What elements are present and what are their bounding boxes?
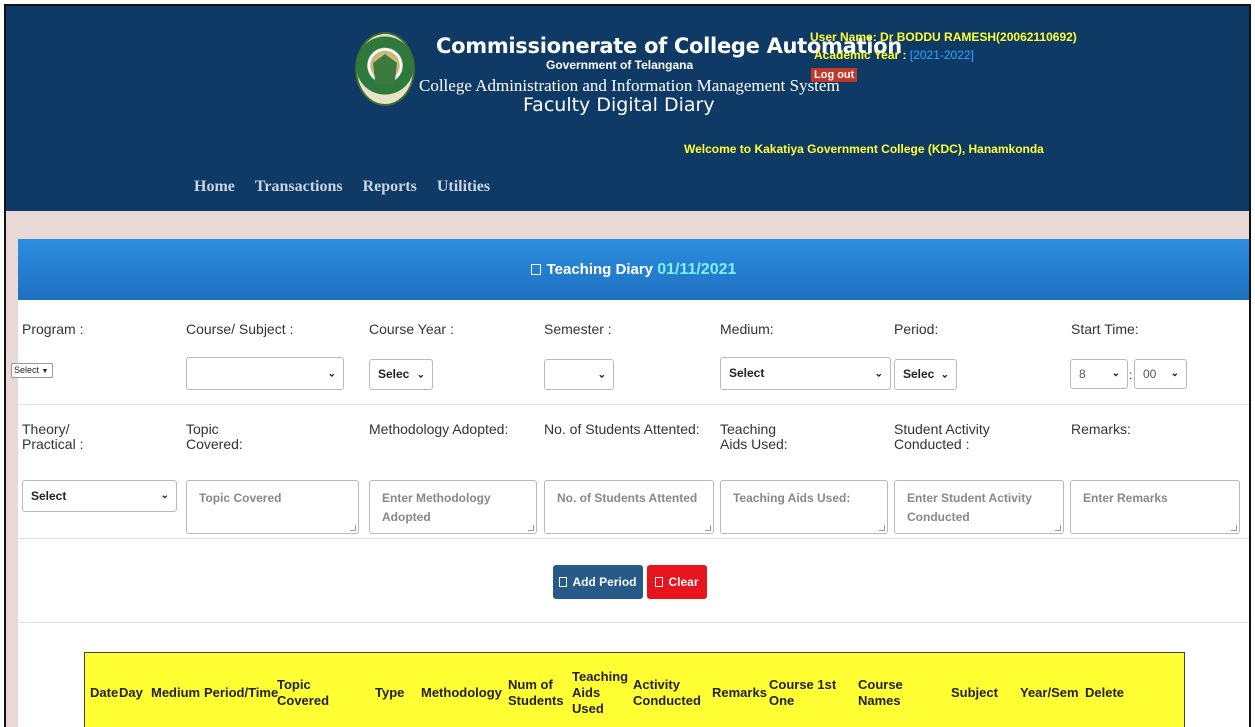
students-attended-label: No. of Students Attented: <box>544 421 700 437</box>
col-num-students: Num of Students <box>508 677 564 708</box>
methodology-label: Methodology Adopted: <box>369 421 509 437</box>
theory-practical-label: Theory/Practical : <box>22 421 84 452</box>
col-teaching-aids: Teaching Aids Used <box>572 669 629 716</box>
nav-utilities[interactable]: Utilities <box>437 178 490 196</box>
site-header: Commissionerate of College Automation Go… <box>6 6 1249 211</box>
chevron-down-icon: ⌄ <box>940 369 949 380</box>
nav-transactions[interactable]: Transactions <box>255 178 343 196</box>
teaching-aids-label: Teaching Aids Used: <box>720 421 788 452</box>
course-year-select[interactable]: Selec ⌄ <box>369 359 433 390</box>
user-label: User Name: <box>810 30 877 44</box>
col-course-first: Course 1st One <box>769 677 837 708</box>
col-activity-conducted: Activity Conducted <box>633 677 701 708</box>
chevron-down-icon: ⌄ <box>1111 368 1120 379</box>
diary-table-header: Date Day Medium Period/Time Topic Covered… <box>84 652 1185 727</box>
theory-practical-select[interactable]: Select ⌄ <box>22 480 177 512</box>
period-label: Period: <box>894 321 939 337</box>
col-methodology: Methodology <box>421 685 502 700</box>
col-type: Type <box>375 685 405 700</box>
course-year-label: Course Year : <box>369 321 454 337</box>
col-delete: Delete <box>1085 685 1125 700</box>
page-frame: Commissionerate of College Automation Go… <box>4 4 1251 727</box>
remarks-label: Remarks: <box>1071 421 1131 437</box>
chevron-down-icon: ⌄ <box>874 368 883 379</box>
government-name: Government of Telangana <box>546 58 694 72</box>
medium-label: Medium: <box>720 321 774 337</box>
panel-header: Teaching Diary 01/11/2021 <box>18 239 1249 300</box>
chevron-down-icon: ⌄ <box>327 368 336 379</box>
col-period-time: Period/Time <box>204 685 279 700</box>
module-title: Faculty Digital Diary <box>523 94 715 116</box>
nav-home[interactable]: Home <box>194 178 235 196</box>
user-name: Dr BODDU RAMESH(20062110692) <box>880 30 1077 44</box>
col-year-sem: Year/Sem <box>1020 685 1079 700</box>
telangana-emblem-icon <box>355 32 415 106</box>
student-activity-label: Student Activity Conducted : <box>894 421 990 452</box>
add-period-button[interactable]: Add Period <box>553 565 643 599</box>
start-time-label: Start Time: <box>1071 321 1139 337</box>
diary-date: 01/11/2021 <box>657 261 737 278</box>
col-date: Date <box>90 685 119 700</box>
user-info: User Name: Dr BODDU RAMESH(20062110692) <box>810 30 1077 44</box>
course-subject-label: Course/ Subject : <box>186 321 294 337</box>
topic-covered-textarea[interactable]: Topic Covered <box>186 480 359 534</box>
col-course-names: Course Names <box>858 677 903 708</box>
academic-year-label: Academic Year : <box>814 48 907 62</box>
system-name: College Administration and Information M… <box>419 76 840 95</box>
methodology-textarea[interactable]: Enter Methodology Adopted <box>369 480 537 534</box>
nav-reports[interactable]: Reports <box>363 178 417 196</box>
col-day: Day <box>119 685 143 700</box>
medium-select[interactable]: Select ⌄ <box>720 357 891 390</box>
divider <box>18 404 1249 405</box>
chevron-down-icon: ⌄ <box>160 490 169 501</box>
panel-title: Teaching Diary <box>546 261 654 278</box>
chevron-down-icon: ⌄ <box>597 369 606 380</box>
program-select[interactable]: Select ▼ <box>11 363 53 378</box>
start-minute-select[interactable]: 00 ⌄ <box>1134 359 1187 389</box>
program-label: Program : <box>22 321 84 337</box>
col-medium: Medium <box>151 685 201 700</box>
teaching-aids-textarea[interactable]: Teaching Aids Used: <box>720 480 888 534</box>
topic-covered-label: Topic Covered: <box>186 421 243 452</box>
diary-icon <box>530 264 541 275</box>
remarks-textarea[interactable]: Enter Remarks <box>1070 480 1240 534</box>
start-hour-select[interactable]: 8 ⌄ <box>1070 359 1128 389</box>
academic-year: Academic Year : [2021-2022] <box>814 48 974 62</box>
col-remarks: Remarks <box>712 685 767 700</box>
students-attended-textarea[interactable]: No. of Students Attented <box>544 480 714 534</box>
period-select[interactable]: Selec ⌄ <box>894 359 957 390</box>
student-activity-textarea[interactable]: Enter Student Activity Conducted <box>894 480 1064 534</box>
time-separator: : <box>1129 368 1133 382</box>
add-icon <box>559 577 568 587</box>
academic-year-value: [2021-2022] <box>909 48 974 62</box>
clear-button[interactable]: Clear <box>647 565 707 599</box>
col-subject: Subject <box>951 685 998 700</box>
welcome-message: Welcome to Kakatiya Government College (… <box>684 142 1044 156</box>
divider <box>18 538 1249 539</box>
divider <box>18 622 1249 623</box>
semester-label: Semester : <box>544 321 612 337</box>
chevron-down-icon: ⌄ <box>416 369 425 380</box>
col-topic-covered: Topic Covered <box>277 677 330 708</box>
course-subject-select[interactable]: ⌄ <box>186 357 344 390</box>
clear-icon <box>655 577 664 587</box>
chevron-down-icon: ▼ <box>41 368 49 375</box>
semester-select[interactable]: ⌄ <box>544 359 614 390</box>
chevron-down-icon: ⌄ <box>1170 368 1179 379</box>
logout-button[interactable]: Log out <box>811 68 858 82</box>
main-nav: Home Transactions Reports Utilities <box>194 178 490 196</box>
